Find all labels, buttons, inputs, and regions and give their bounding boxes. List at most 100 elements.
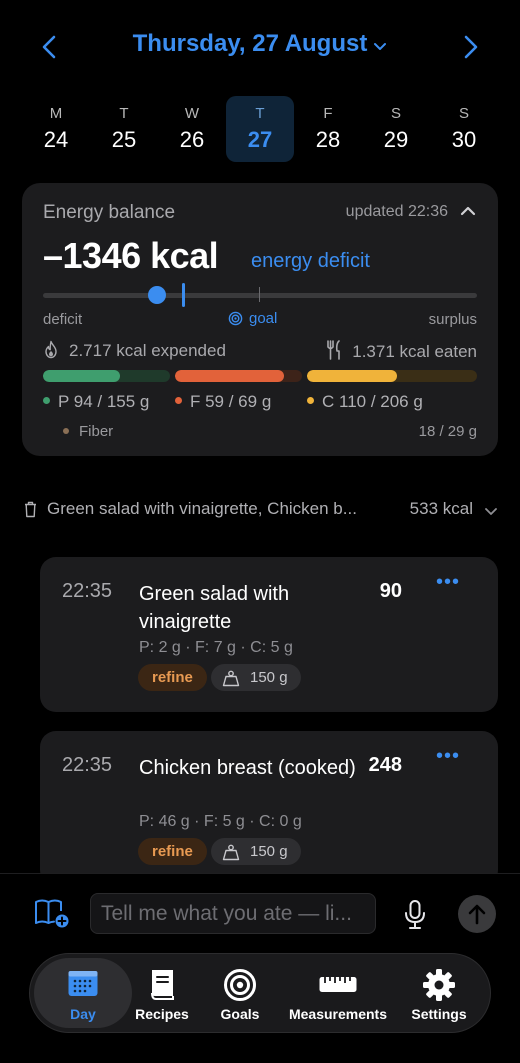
trash-icon[interactable] bbox=[24, 501, 37, 523]
food-entry-card[interactable]: 22:35 Green salad with vinaigrette 90 ••… bbox=[40, 557, 498, 712]
balance-knob bbox=[148, 286, 166, 304]
fork-knife-icon bbox=[326, 340, 342, 365]
protein-progress-bar bbox=[43, 370, 170, 382]
weekday-label: T bbox=[255, 105, 265, 122]
refine-button[interactable]: refine bbox=[138, 838, 207, 865]
carbs-dot bbox=[307, 397, 314, 404]
day-number: 28 bbox=[315, 127, 341, 152]
refine-button[interactable]: refine bbox=[138, 664, 207, 691]
weekday-label: S bbox=[458, 105, 469, 122]
composer-bar bbox=[0, 873, 520, 953]
energy-balance-value: –1346 kcal bbox=[43, 235, 219, 276]
tab-day[interactable]: Day bbox=[34, 958, 132, 1028]
portion-text: 150 g bbox=[250, 669, 288, 686]
tab-goals-label: Goals bbox=[220, 1006, 260, 1022]
meal-group-kcal: 533 kcal bbox=[409, 499, 473, 518]
weekday-label: S bbox=[390, 105, 401, 122]
microphone-icon[interactable] bbox=[403, 899, 427, 931]
protein-progress-fill bbox=[43, 370, 121, 382]
chevron-down-icon[interactable] bbox=[484, 504, 498, 522]
day-number: 30 bbox=[451, 127, 477, 152]
fat-macro: F 59 / 69 g bbox=[175, 392, 271, 412]
carbs-progress-fill bbox=[307, 370, 398, 382]
more-options-icon[interactable]: ••• bbox=[436, 571, 460, 594]
day-25[interactable]: T 25 bbox=[90, 96, 158, 162]
day-30[interactable]: S 30 bbox=[430, 96, 498, 162]
balance-track bbox=[43, 293, 477, 298]
food-entry-card[interactable]: 22:35 Chicken breast (cooked) 248 ••• P:… bbox=[40, 731, 498, 886]
day-number: 26 bbox=[179, 127, 205, 152]
entry-time: 22:35 bbox=[62, 754, 113, 776]
fat-progress-fill bbox=[175, 370, 285, 382]
goal-tick bbox=[259, 287, 260, 302]
book-icon bbox=[134, 968, 190, 1002]
flame-icon bbox=[43, 340, 59, 364]
fat-dot bbox=[175, 397, 182, 404]
tab-settings-label: Settings bbox=[411, 1006, 467, 1022]
arrow-up-icon bbox=[468, 904, 486, 925]
surplus-label: surplus bbox=[428, 311, 477, 328]
tab-goals[interactable]: Goals bbox=[210, 958, 270, 1028]
fiber-row: Fiber bbox=[63, 423, 113, 440]
entry-macros: P: 46 g · F: 5 g · C: 0 g bbox=[139, 813, 302, 830]
ruler-icon bbox=[288, 968, 388, 1002]
energy-balance-title: Energy balance bbox=[43, 202, 176, 223]
current-marker bbox=[182, 283, 185, 307]
tab-recipes[interactable]: Recipes bbox=[134, 958, 190, 1028]
date-title: Thursday, 27 August bbox=[132, 30, 368, 57]
send-button[interactable] bbox=[458, 895, 496, 933]
day-28[interactable]: F 28 bbox=[294, 96, 362, 162]
deficit-label: deficit bbox=[43, 311, 83, 328]
day-number: 27 bbox=[247, 127, 273, 152]
fiber-dot bbox=[63, 428, 69, 434]
weekday-label: F bbox=[323, 105, 333, 122]
tab-settings[interactable]: Settings bbox=[406, 958, 472, 1028]
weekday-label: T bbox=[119, 105, 129, 122]
eaten-row: 1.371 kcal eaten bbox=[326, 340, 477, 365]
chevron-up-icon[interactable] bbox=[460, 204, 476, 218]
portion-text: 150 g bbox=[250, 843, 288, 860]
protein-dot bbox=[43, 397, 50, 404]
food-log-input[interactable] bbox=[90, 893, 376, 934]
carbs-macro: C 110 / 206 g bbox=[307, 392, 423, 412]
calendar-icon bbox=[34, 968, 132, 1002]
energy-balance-card: Energy balance updated 22:36 –1346 kcal … bbox=[22, 183, 498, 456]
fat-text: F 59 / 69 g bbox=[190, 392, 272, 411]
book-add-icon[interactable] bbox=[34, 897, 70, 929]
more-options-icon[interactable]: ••• bbox=[436, 745, 460, 768]
tab-measurements-label: Measurements bbox=[288, 1006, 388, 1022]
target-icon bbox=[210, 968, 270, 1002]
goal-label: goal bbox=[249, 310, 278, 327]
carbs-progress-bar bbox=[307, 370, 477, 382]
day-number: 29 bbox=[383, 127, 409, 152]
protein-text: P 94 / 155 g bbox=[58, 392, 150, 411]
chevron-down-icon bbox=[373, 31, 387, 59]
protein-macro: P 94 / 155 g bbox=[43, 392, 149, 412]
portion-button[interactable]: 150 g bbox=[211, 838, 301, 865]
portion-button[interactable]: 150 g bbox=[211, 664, 301, 691]
target-icon bbox=[228, 311, 243, 330]
entry-time: 22:35 bbox=[62, 580, 113, 602]
entry-macros: P: 2 g · F: 7 g · C: 5 g bbox=[139, 639, 293, 656]
fiber-value: 18 / 29 g bbox=[418, 423, 477, 440]
meal-group-header[interactable]: Green salad with vinaigrette, Chicken b.… bbox=[22, 498, 498, 522]
carbs-text: C 110 / 206 g bbox=[322, 392, 423, 411]
tab-measurements[interactable]: Measurements bbox=[288, 958, 388, 1028]
weight-icon bbox=[222, 843, 240, 870]
expended-text: 2.717 kcal expended bbox=[69, 341, 226, 360]
gear-icon bbox=[406, 968, 472, 1002]
fiber-label: Fiber bbox=[79, 423, 114, 440]
tab-bar: Day Recipes Goals Measurements Settings bbox=[29, 953, 491, 1033]
entry-kcal: 248 bbox=[368, 754, 402, 776]
date-picker-button[interactable]: Thursday, 27 August bbox=[0, 30, 520, 59]
day-24[interactable]: M 24 bbox=[22, 96, 90, 162]
day-26[interactable]: W 26 bbox=[158, 96, 226, 162]
date-header: Thursday, 27 August bbox=[0, 0, 520, 92]
chevron-right-icon[interactable] bbox=[458, 34, 482, 60]
updated-timestamp: updated 22:36 bbox=[345, 203, 448, 220]
day-27-selected[interactable]: T 27 bbox=[226, 96, 294, 162]
day-number: 25 bbox=[111, 127, 137, 152]
entry-name: Green salad with vinaigrette bbox=[139, 583, 290, 633]
day-29[interactable]: S 29 bbox=[362, 96, 430, 162]
weekday-label: W bbox=[184, 105, 200, 122]
